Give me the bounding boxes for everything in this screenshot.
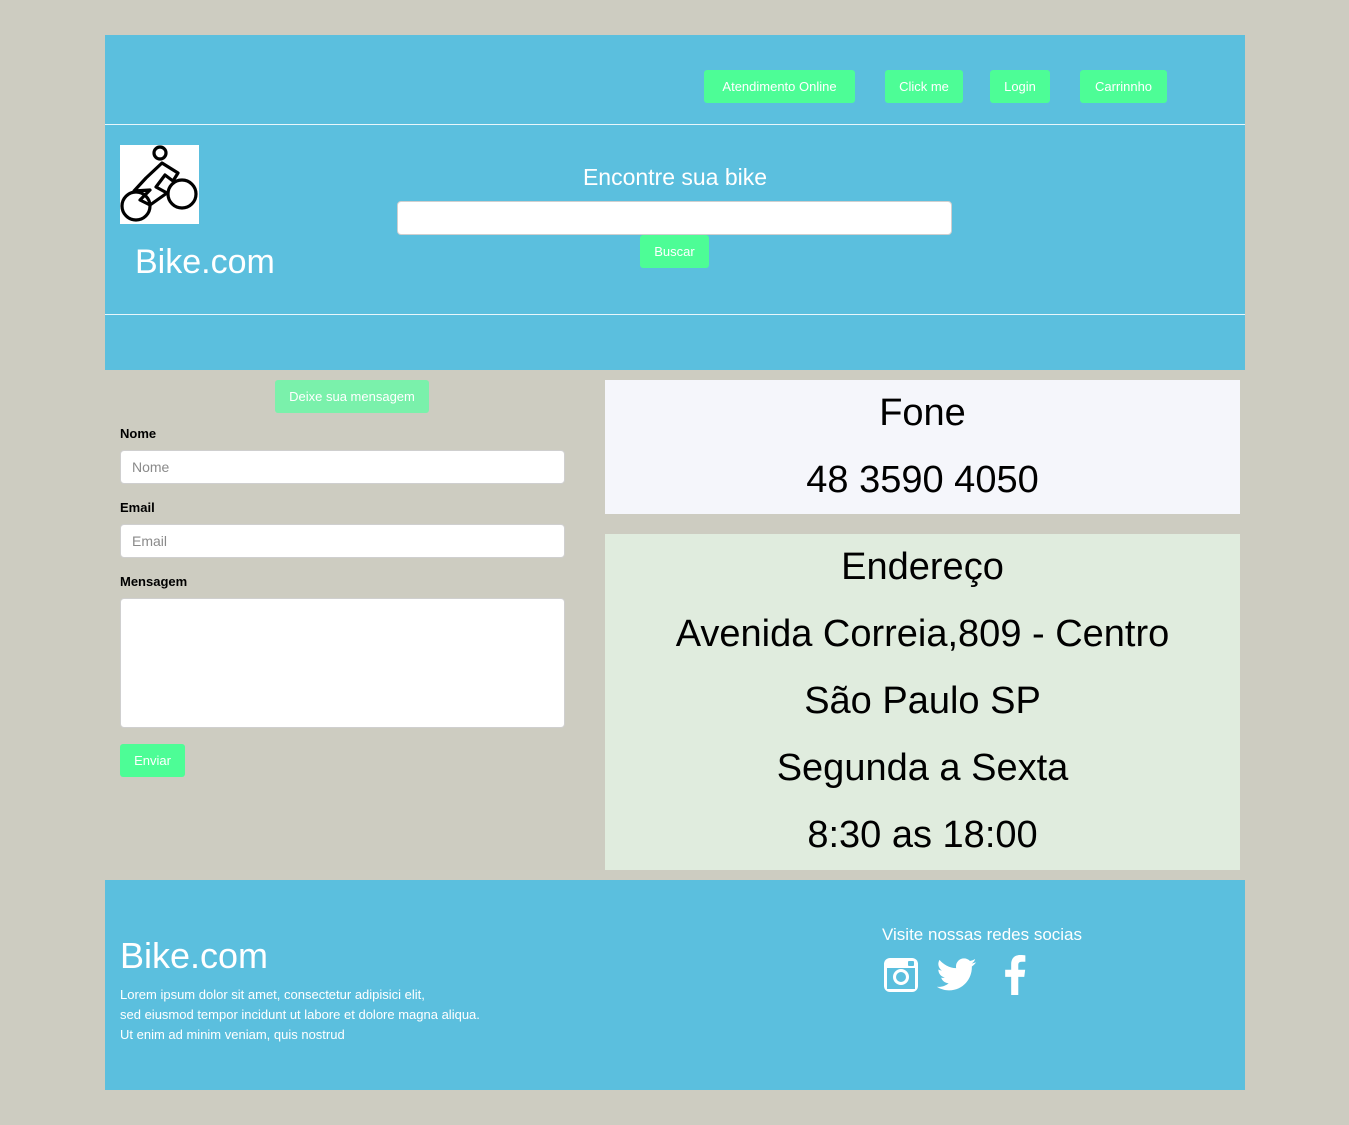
footer-brand: Bike.com [120,935,269,976]
cart-button[interactable]: Carrinnho [1080,70,1167,103]
address-line-city: São Paulo SP [804,680,1041,722]
footer-text-line: Lorem ipsum dolor sit amet, consectetur … [120,987,425,1002]
message-textarea[interactable] [120,598,565,728]
phone-number: 48 3590 4050 [806,459,1039,501]
address-title: Endereço [841,546,1004,588]
footer-description: Lorem ipsum dolor sit amet, consectetur … [120,985,480,1045]
social-title: Visite nossas redes socias [882,925,1083,944]
facebook-icon[interactable] [995,955,1035,995]
top-navbar: Atendimento Online Click me Login Carrin… [105,35,1245,125]
send-button[interactable]: Enviar [120,744,185,777]
header-banner: Bike.com Encontre sua bike Buscar [105,125,1245,315]
name-label: Nome [120,426,157,441]
email-field[interactable] [120,524,565,558]
search-button[interactable]: Buscar [640,235,709,268]
login-button[interactable]: Login [990,70,1050,103]
address-line-street: Avenida Correia,809 - Centro [675,613,1170,655]
hours-days: Segunda a Sexta [776,747,1069,789]
brand-title: Bike.com [135,243,275,281]
search-title: Encontre sua bike [582,164,768,190]
hours-time: 8:30 as 18:00 [807,814,1038,856]
leave-message-button[interactable]: Deixe sua mensagem [275,380,429,413]
click-me-button[interactable]: Click me [885,70,963,103]
address-panel: Endereço Avenida Correia,809 - Centro Sã… [605,534,1240,870]
name-field[interactable] [120,450,565,484]
email-label: Email [120,500,155,515]
search-input[interactable] [397,201,952,235]
twitter-icon[interactable] [937,955,977,995]
phone-title: Fone [879,392,966,434]
message-label: Mensagem [120,574,188,589]
header-bottom-strip [105,315,1245,370]
footer: Bike.com Lorem ipsum dolor sit amet, con… [105,880,1245,1090]
instagram-icon[interactable] [881,955,921,995]
footer-text-line: Ut enim ad minim veniam, quis nostrud [120,1027,345,1042]
atendimento-online-button[interactable]: Atendimento Online [704,70,855,103]
footer-text-line: sed eiusmod tempor incidunt ut labore et… [120,1007,480,1022]
phone-panel: Fone 48 3590 4050 [605,380,1240,514]
